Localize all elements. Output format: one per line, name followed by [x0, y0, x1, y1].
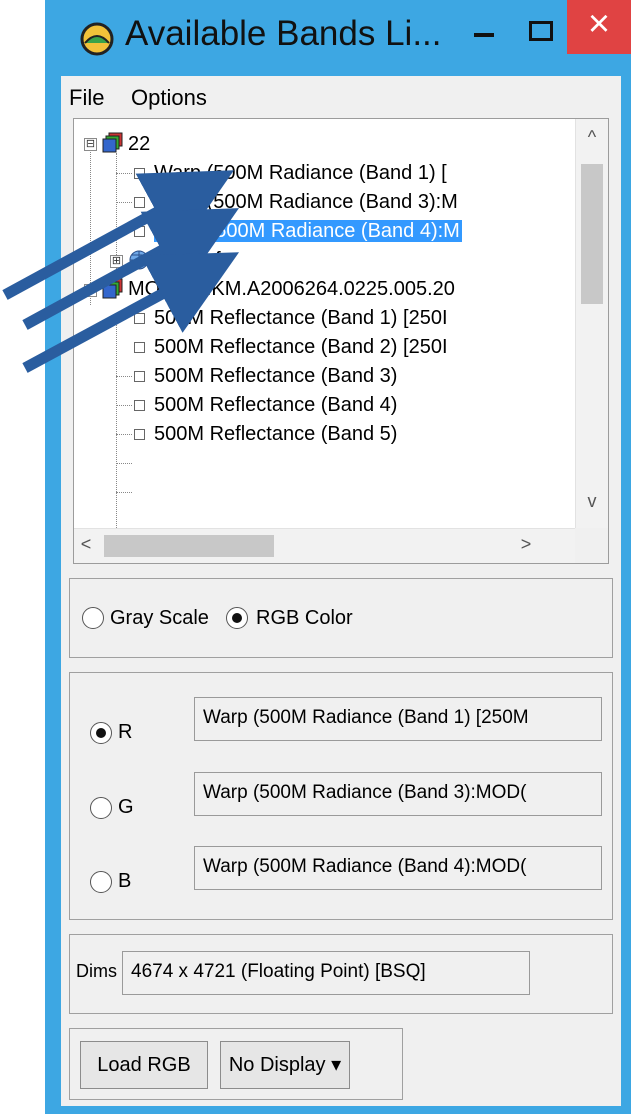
tree-node-band[interactable]: 500M Reflectance (Band 1) [250I [154, 303, 448, 333]
tree-node-label: 500M Reflectance (Band 2) [250I [154, 336, 448, 358]
rgb-channel-group: R Warp (500M Radiance (Band 1) [250M G W… [69, 672, 613, 920]
scroll-up-icon[interactable]: ^ [576, 127, 608, 148]
band-leaf-icon [134, 429, 145, 440]
maximize-button[interactable] [519, 0, 567, 54]
minimize-icon [474, 33, 494, 37]
title-bar[interactable]: Available Bands Li... × [45, 0, 631, 76]
tree-node-label: 500M Reflectance (Band 5) [154, 423, 398, 445]
tree-connector [116, 376, 132, 377]
tree-node-label: 500M Reflectance (Band 3) [154, 365, 398, 387]
tree-horizontal-scrollbar[interactable]: < > [74, 528, 576, 563]
band-leaf-icon [134, 313, 145, 324]
tree-node-band-selected[interactable]: Warp (500M Radiance (Band 4):M [154, 216, 462, 246]
menu-bar: File Options [61, 76, 621, 118]
app-icon [80, 22, 114, 56]
band-tree[interactable]: ⊟ 22 Warp (500M Radiance (Band 1) [ Warp… [73, 118, 609, 564]
tree-node-label: Warp (500M Radiance (Band 3):M [154, 191, 458, 213]
green-channel-radio[interactable] [90, 797, 112, 819]
dims-group: Dims 4674 x 4721 (Floating Point) [BSQ] [69, 934, 613, 1014]
band-leaf-icon [134, 168, 145, 179]
globe-icon [129, 250, 149, 270]
blue-channel-radio[interactable] [90, 871, 112, 893]
menu-options[interactable]: Options [131, 85, 207, 111]
tree-node-label: Warp (500M Radiance (Band 1) [ [154, 162, 447, 184]
tree-node-band[interactable]: Warp (500M Radiance (Band 3):M [154, 187, 458, 217]
red-channel-radio[interactable] [90, 722, 112, 744]
tree-node-dataset[interactable]: MOD02HKM.A2006264.0225.005.20 [128, 274, 455, 304]
tree-vertical-scrollbar[interactable]: ^ v [575, 119, 608, 529]
collapse-icon[interactable]: ⊟ [84, 138, 97, 151]
rgb-color-radio[interactable] [226, 607, 248, 629]
tree-node-band[interactable]: Warp (500M Radiance (Band 1) [ [154, 158, 447, 188]
tree-connector [116, 492, 132, 493]
band-leaf-icon [134, 226, 145, 237]
tree-connector [116, 231, 132, 232]
tree-connector [116, 405, 132, 406]
color-mode-group: Gray Scale RGB Color [69, 578, 613, 658]
rgb-color-label[interactable]: RGB Color [256, 607, 353, 630]
database-icon [102, 132, 123, 153]
close-button[interactable]: × [567, 0, 631, 54]
collapse-icon[interactable]: ⊟ [84, 284, 97, 297]
scroll-left-icon[interactable]: < [74, 534, 98, 555]
tree-connector [116, 434, 132, 435]
tree-connector [116, 325, 117, 530]
tree-node-map-info[interactable]: Map Info [154, 245, 232, 275]
window-client-area: File Options ⊟ 22 Warp (500M Radiance (B… [61, 76, 621, 1106]
dims-value: 4674 x 4721 (Floating Point) [BSQ] [122, 951, 530, 995]
red-band-field[interactable]: Warp (500M Radiance (Band 1) [250M [194, 697, 602, 741]
blue-band-field[interactable]: Warp (500M Radiance (Band 4):MOD( [194, 846, 602, 890]
menu-file[interactable]: File [69, 85, 104, 111]
tree-node-label: Warp (500M Radiance (Band 4):M [154, 220, 462, 242]
expand-icon[interactable]: ⊞ [110, 255, 123, 268]
tree-connector [90, 141, 91, 305]
band-leaf-icon [134, 371, 145, 382]
scroll-right-icon[interactable]: > [514, 534, 538, 555]
blue-channel-label[interactable]: B [118, 870, 131, 893]
tree-connector [116, 202, 132, 203]
tree-node-band[interactable]: 500M Reflectance (Band 2) [250I [154, 332, 448, 362]
band-leaf-icon [134, 342, 145, 353]
tree-node-band[interactable]: 500M Reflectance (Band 4) [154, 390, 397, 420]
window-title: Available Bands Li... [125, 14, 442, 53]
scrollbar-corner [575, 528, 608, 563]
scroll-down-icon[interactable]: v [576, 491, 608, 512]
vertical-scroll-thumb[interactable] [581, 164, 603, 304]
close-icon: × [587, 3, 611, 45]
band-leaf-icon [134, 400, 145, 411]
tree-node-band[interactable]: 500M Reflectance (Band 3) [154, 361, 397, 391]
tree-node-label: 500M Reflectance (Band 4) [154, 394, 398, 416]
tree-node-band[interactable]: 500M Reflectance (Band 5) [154, 419, 397, 449]
band-leaf-icon [134, 197, 145, 208]
tree-connector [116, 153, 117, 295]
tree-connector [116, 173, 132, 174]
minimize-button[interactable] [449, 0, 519, 54]
gray-scale-radio[interactable] [82, 607, 104, 629]
tree-node-label: 22 [128, 133, 151, 155]
tree-connector [116, 463, 132, 464]
dims-label: Dims [76, 961, 117, 981]
maximize-icon [529, 21, 553, 41]
horizontal-scroll-thumb[interactable] [104, 535, 274, 557]
gray-scale-label[interactable]: Gray Scale [110, 607, 209, 630]
tree-node-dataset[interactable]: 22 [128, 129, 150, 159]
tree-node-label: Map Info [154, 249, 232, 271]
available-bands-window: Available Bands Li... × File Options ⊟ 2… [45, 0, 631, 1114]
tree-node-label: MOD02HKM.A2006264.0225.005.20 [128, 278, 455, 300]
database-icon [102, 278, 123, 299]
green-band-field[interactable]: Warp (500M Radiance (Band 3):MOD( [194, 772, 602, 816]
action-button-group: Load RGB No Display ▾ [69, 1028, 403, 1100]
display-dropdown[interactable]: No Display ▾ [220, 1041, 350, 1089]
green-channel-label[interactable]: G [118, 796, 134, 819]
load-rgb-button[interactable]: Load RGB [80, 1041, 208, 1089]
tree-node-label: 500M Reflectance (Band 1) [250I [154, 307, 448, 329]
red-channel-label[interactable]: R [118, 721, 132, 744]
